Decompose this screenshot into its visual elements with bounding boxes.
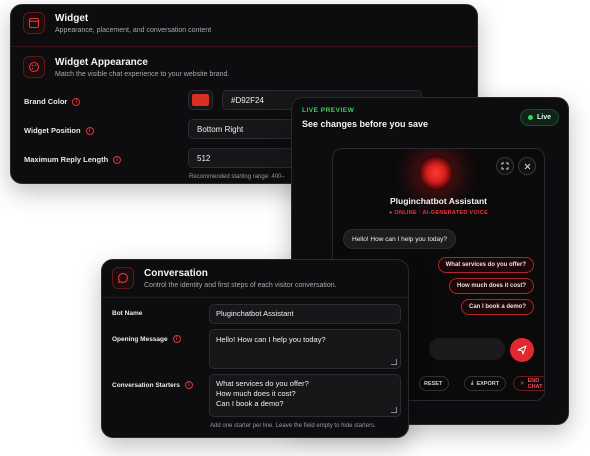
bot-greeting-bubble: Hello! How can I help you today? <box>343 229 457 249</box>
conversation-section-subtitle: Control the identity and first steps of … <box>144 282 337 289</box>
appearance-section-title: Widget Appearance <box>55 57 148 68</box>
chat-bubble-icon <box>112 267 134 289</box>
appearance-section-header: Widget Appearance Match the visible chat… <box>23 56 229 80</box>
starter-chip[interactable]: How much does it cost? <box>448 278 534 294</box>
live-dot-icon <box>527 115 533 120</box>
section-divider <box>11 46 477 47</box>
starter-chip[interactable]: What services do you offer? <box>437 257 534 273</box>
info-icon[interactable]: i <box>85 126 94 135</box>
opening-message-textarea[interactable]: Hello! How can I help you today? <box>209 329 401 369</box>
conversation-starters-label: Conversation Starters i <box>112 381 193 389</box>
conversation-settings-panel: Conversation Control the identity and fi… <box>101 259 409 438</box>
resize-handle-icon[interactable] <box>391 407 397 413</box>
close-icon[interactable] <box>518 157 536 175</box>
close-icon: ✕ <box>520 380 525 387</box>
widget-section-title: Widget <box>55 13 89 24</box>
bot-name-label: Bot Name <box>112 310 143 317</box>
conversation-section-header: Conversation Control the identity and fi… <box>112 267 337 291</box>
info-icon[interactable]: i <box>113 155 122 164</box>
color-preview <box>192 94 209 106</box>
export-button[interactable]: ⤓ EXPORT <box>464 376 507 391</box>
palette-icon <box>23 56 45 78</box>
widget-position-label: Widget Position i <box>24 126 94 135</box>
bot-avatar-orb <box>418 155 454 191</box>
max-reply-hint: Recommended starting range: 400– <box>189 174 285 180</box>
bot-status: ● ONLINE · AI-GENERATED VOICE <box>388 210 489 216</box>
resize-handle-icon[interactable] <box>391 359 397 365</box>
widget-icon <box>23 12 45 34</box>
info-icon[interactable]: i <box>184 381 193 389</box>
bot-name: Pluginchatbot Assistant <box>390 196 487 206</box>
reset-button[interactable]: RESET <box>419 376 450 391</box>
opening-message-label: Opening Message i <box>112 335 181 343</box>
max-reply-length-label: Maximum Reply Length i <box>24 155 122 164</box>
live-preview-kicker: LIVE PREVIEW <box>302 107 355 114</box>
live-preview-title: See changes before you save <box>302 119 429 129</box>
appearance-section-subtitle: Match the visible chat experience to you… <box>55 71 230 78</box>
download-icon: ⤓ <box>471 380 474 386</box>
live-status-badge: Live <box>519 109 559 126</box>
expand-icon[interactable] <box>496 157 514 175</box>
section-divider <box>102 297 408 298</box>
send-button[interactable] <box>510 338 534 362</box>
info-icon[interactable]: i <box>72 97 81 106</box>
starter-chip[interactable]: Can I book a demo? <box>460 299 534 315</box>
widget-section-subtitle: Appearance, placement, and conversation … <box>55 27 212 34</box>
conversation-starters-textarea[interactable]: What services do you offer? How much doe… <box>209 374 401 417</box>
bot-name-input[interactable]: Pluginchatbot Assistant <box>209 304 401 324</box>
brand-color-label: Brand Color i <box>24 97 81 106</box>
conversation-section-title: Conversation <box>144 268 208 279</box>
widget-section-header: Widget Appearance, placement, and conver… <box>23 12 211 36</box>
message-input[interactable] <box>429 338 505 360</box>
send-icon <box>517 345 527 355</box>
brand-color-swatch[interactable] <box>188 90 213 110</box>
starters-hint: Add one starter per line. Leave the fiel… <box>210 423 376 429</box>
info-icon[interactable]: i <box>172 335 181 343</box>
end-chat-button[interactable]: ✕ END CHAT <box>513 376 544 391</box>
